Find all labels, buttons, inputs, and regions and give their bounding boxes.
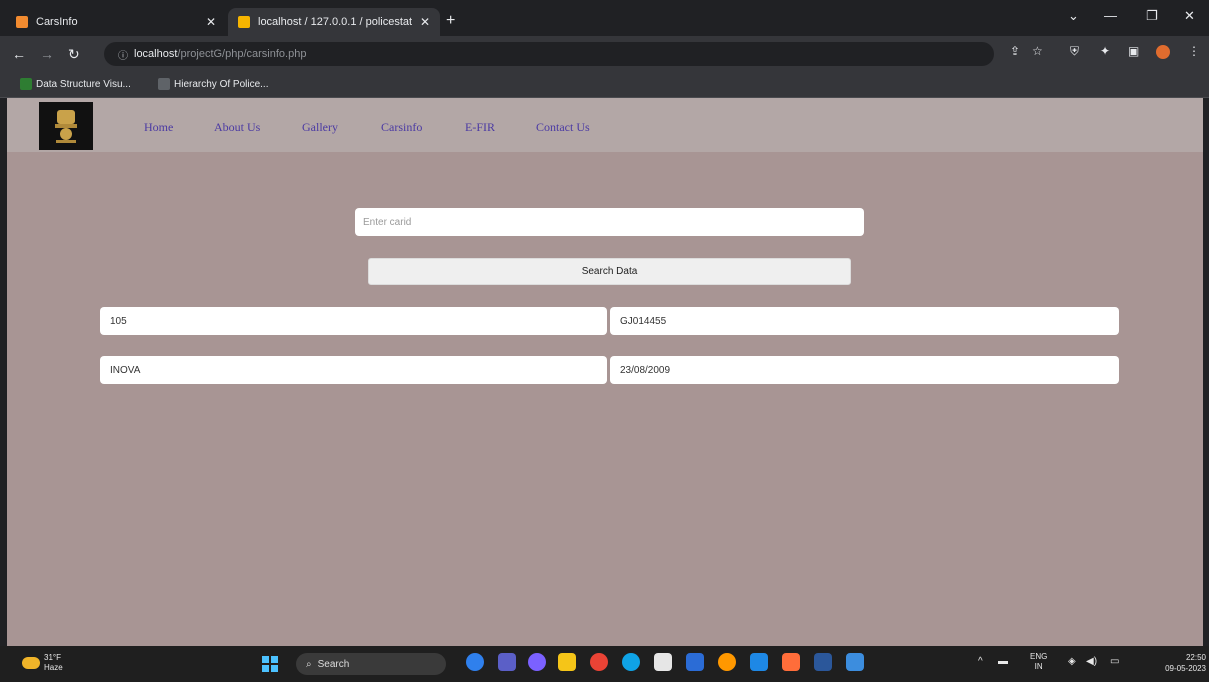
tray-overflow-icon[interactable]: ^ bbox=[978, 656, 983, 667]
file-explorer-icon[interactable] bbox=[558, 653, 576, 671]
address-bar[interactable]: ⓘ localhost /projectG/php/carsinfo.php bbox=[104, 42, 994, 66]
minimize-icon[interactable]: — bbox=[1104, 8, 1117, 23]
taskbar-search-label: Search bbox=[317, 658, 350, 670]
chrome-icon[interactable] bbox=[590, 653, 608, 671]
nav-carsinfo[interactable]: Carsinfo bbox=[381, 120, 422, 135]
windows-start-icon[interactable] bbox=[262, 656, 278, 672]
widgets-icon[interactable] bbox=[498, 653, 516, 671]
tab-close-icon[interactable]: ✕ bbox=[206, 15, 216, 29]
edge-icon[interactable] bbox=[622, 653, 640, 671]
photos-icon[interactable] bbox=[718, 653, 736, 671]
new-tab-icon[interactable]: + bbox=[446, 12, 455, 30]
search-data-button[interactable]: Search Data bbox=[368, 258, 851, 285]
haze-icon bbox=[22, 657, 40, 669]
bookmark-item[interactable]: Data Structure Visu... bbox=[20, 78, 131, 90]
bookmark-favicon-icon bbox=[20, 78, 32, 90]
nav-about-us[interactable]: About Us bbox=[214, 120, 260, 135]
profile-avatar[interactable] bbox=[1156, 45, 1170, 59]
store-icon[interactable] bbox=[654, 653, 672, 671]
xampp-icon[interactable] bbox=[782, 653, 800, 671]
bookmarks-bar: Data Structure Visu... Hierarchy Of Poli… bbox=[0, 72, 1209, 98]
site-navbar: Home About Us Gallery Carsinfo E-FIR Con… bbox=[7, 98, 1203, 152]
word-icon[interactable] bbox=[814, 653, 832, 671]
carid-input[interactable] bbox=[355, 208, 864, 236]
lang-bottom: IN bbox=[1034, 662, 1043, 671]
vscode-icon[interactable] bbox=[750, 653, 768, 671]
url-path: /projectG/php/carsinfo.php bbox=[177, 48, 307, 60]
tab-label: CarsInfo bbox=[36, 16, 78, 28]
bookmark-label: Data Structure Visu... bbox=[36, 78, 131, 90]
browser-title-bar: CarsInfo ✕ localhost / 127.0.0.1 / polic… bbox=[0, 0, 1209, 36]
tab-favicon-icon bbox=[16, 16, 28, 28]
browser-menu-icon[interactable]: ⋮ bbox=[1188, 44, 1200, 58]
clock-date: 09-05-2023 bbox=[1165, 664, 1206, 673]
wifi-icon[interactable]: ◈ bbox=[1068, 656, 1076, 667]
lang-top: ENG bbox=[1030, 652, 1048, 661]
nav-gallery[interactable]: Gallery bbox=[302, 120, 338, 135]
tab-label: localhost / 127.0.0.1 / policestat bbox=[258, 16, 413, 28]
search-icon: ⌕ bbox=[306, 658, 312, 670]
window-edge-right bbox=[1203, 98, 1209, 646]
site-info-icon[interactable]: ⓘ bbox=[118, 47, 128, 62]
bookmark-star-icon[interactable]: ☆ bbox=[1032, 44, 1043, 58]
result-model[interactable]: INOVA bbox=[100, 356, 607, 384]
taskbar-clock[interactable]: 22:50 09-05-2023 bbox=[1162, 652, 1206, 674]
result-car-id[interactable]: 105 bbox=[100, 307, 607, 335]
tab-search-icon[interactable]: ⌄ bbox=[1068, 8, 1079, 24]
forward-icon[interactable]: → bbox=[40, 46, 54, 62]
reload-icon[interactable]: ↻ bbox=[68, 46, 80, 63]
battery-saver-icon: ▬ bbox=[998, 656, 1008, 667]
app-icon[interactable] bbox=[846, 653, 864, 671]
clock-time: 22:50 bbox=[1185, 653, 1206, 662]
tab-favicon-icon bbox=[238, 16, 250, 28]
bookmark-label: Hierarchy Of Police... bbox=[174, 78, 269, 90]
language-indicator[interactable]: ENG IN bbox=[1030, 652, 1047, 672]
nav-e-fir[interactable]: E-FIR bbox=[465, 120, 495, 135]
battery-icon[interactable]: ▭ bbox=[1110, 656, 1119, 667]
url-host: localhost bbox=[134, 48, 178, 60]
bookmark-item[interactable]: Hierarchy Of Police... bbox=[158, 78, 268, 90]
emblem-logo[interactable] bbox=[39, 102, 93, 150]
result-date[interactable]: 23/08/2009 bbox=[610, 356, 1119, 384]
tab-close-icon[interactable]: ✕ bbox=[420, 15, 430, 29]
tab-phpmyadmin[interactable]: localhost / 127.0.0.1 / policestat ✕ bbox=[228, 8, 440, 36]
weather-desc: Haze bbox=[44, 663, 63, 672]
extension-shield-icon[interactable]: ⛨ bbox=[1070, 44, 1079, 59]
mail-icon[interactable] bbox=[686, 653, 704, 671]
weather-widget[interactable]: 31°F Haze bbox=[22, 653, 63, 673]
back-icon[interactable]: ← bbox=[12, 46, 26, 62]
weather-temp: 31°F bbox=[44, 653, 61, 662]
taskbar-search[interactable]: ⌕ Search bbox=[296, 653, 446, 675]
bookmark-favicon-icon bbox=[158, 78, 170, 90]
share-icon[interactable]: ⇪ bbox=[1010, 44, 1020, 58]
volume-icon[interactable]: ◀) bbox=[1086, 656, 1097, 667]
emblem-icon bbox=[55, 110, 77, 143]
tab-carsinfo[interactable]: CarsInfo ✕ bbox=[6, 8, 226, 36]
nav-home[interactable]: Home bbox=[144, 120, 173, 135]
chat-icon[interactable] bbox=[528, 653, 546, 671]
close-window-icon[interactable]: ✕ bbox=[1184, 8, 1195, 24]
window-edge-left bbox=[0, 98, 7, 646]
task-view-icon[interactable] bbox=[466, 653, 484, 671]
nav-contact-us[interactable]: Contact Us bbox=[536, 120, 590, 135]
extensions-puzzle-icon[interactable]: ✦ bbox=[1100, 44, 1110, 58]
restore-icon[interactable]: ❐ bbox=[1146, 8, 1158, 24]
side-panel-icon[interactable]: ▣ bbox=[1128, 44, 1139, 58]
result-reg-number[interactable]: GJ014455 bbox=[610, 307, 1119, 335]
